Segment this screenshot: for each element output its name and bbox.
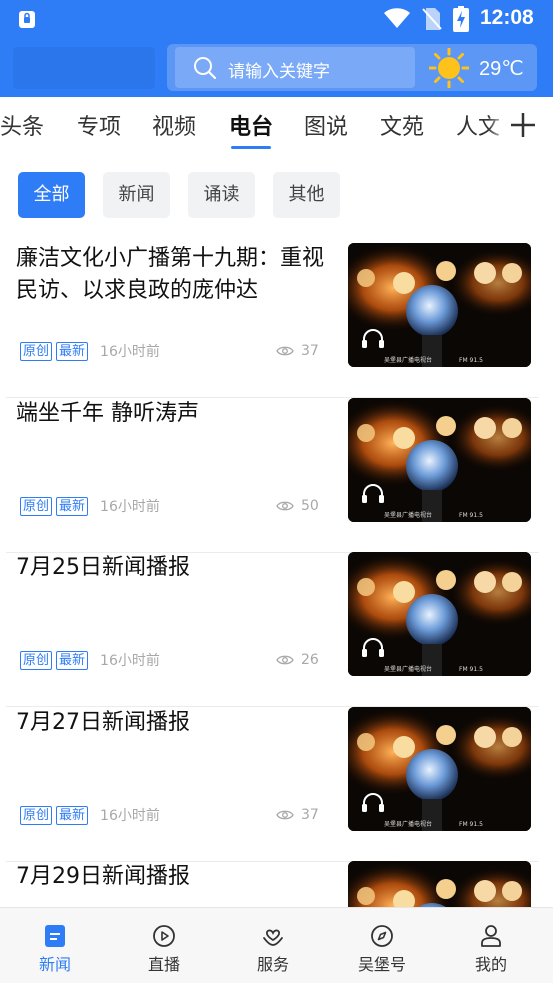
tab-fade: [488, 97, 508, 155]
news-list-item[interactable]: 7月25日新闻播报原创 最新 16小时前 26 吴堡县广播电视台 FM 91.5: [6, 552, 539, 707]
news-views: 26: [276, 652, 319, 668]
tab-radio[interactable]: 电台: [229, 109, 273, 141]
nav-mine[interactable]: 我的: [436, 908, 546, 983]
news-tag: 最新: [56, 496, 89, 516]
status-bar: 12:08: [0, 0, 553, 38]
category-tab-bar: 头条 专项 视频 电台 图说 文苑 人文: [0, 97, 553, 155]
eye-icon: [276, 655, 294, 665]
news-tag: 原创: [20, 650, 53, 670]
service-icon: [263, 929, 283, 946]
news-icon: [45, 925, 65, 947]
tab-special[interactable]: 专项: [77, 109, 121, 141]
tab-video[interactable]: 视频: [152, 109, 196, 141]
status-time: 12:08: [480, 6, 534, 29]
news-views: 37: [276, 807, 319, 823]
no-sim-icon: [422, 8, 442, 30]
app-logo[interactable]: [13, 47, 155, 89]
filter-recitation[interactable]: 诵读: [188, 172, 255, 218]
news-tag: 原创: [20, 496, 53, 516]
search-bar[interactable]: 请输入关键字 29℃: [167, 44, 537, 91]
app-root: 12:08 请输入关键字 29℃ 头条 专项 视频 电台 图说 文苑 人文 全部…: [0, 0, 553, 983]
thumbnail-station-text: 吴堡县广播电视台: [384, 356, 432, 364]
thumbnail-station-text: 吴堡县广播电视台: [384, 820, 432, 828]
microphone-thumbnail: 吴堡县广播电视台 FM 91.5: [348, 707, 531, 831]
nav-live-label: 直播: [147, 955, 180, 974]
news-time: 16小时前: [100, 808, 160, 824]
nav-wubao-label: 吴堡号: [357, 955, 406, 974]
thumbnail-station-text: 吴堡县广播电视台: [384, 511, 432, 519]
thumbnail-station-text: 吴堡县广播电视台: [384, 665, 432, 673]
microphone-thumbnail: 吴堡县广播电视台 FM 91.5: [348, 398, 531, 522]
news-view-count: 26: [301, 652, 319, 668]
thumbnail-fm-text: FM 91.5: [459, 357, 483, 364]
news-view-count: 37: [301, 807, 319, 823]
eye-icon: [276, 810, 294, 820]
news-meta: 原创 最新 16小时前: [20, 341, 160, 361]
news-time: 16小时前: [100, 653, 160, 669]
tab-literature[interactable]: 文苑: [380, 109, 424, 141]
news-title[interactable]: 7月25日新闻播报: [16, 552, 336, 584]
microphone-thumbnail: 吴堡县广播电视台 FM 91.5: [348, 243, 531, 367]
news-view-count: 50: [301, 498, 319, 514]
tab-picture[interactable]: 图说: [304, 109, 348, 141]
eye-icon: [276, 346, 294, 356]
temperature: 29℃: [479, 58, 524, 80]
tab-headlines[interactable]: 头条: [0, 109, 44, 141]
nav-mine-label: 我的: [474, 955, 507, 974]
news-list-item[interactable]: 7月27日新闻播报原创 最新 16小时前 37 吴堡县广播电视台 FM 91.5: [6, 707, 539, 862]
sun-icon: [429, 48, 469, 88]
microphone-thumbnail: 吴堡县广播电视台 FM 91.5: [348, 552, 531, 676]
news-views: 37: [276, 343, 319, 359]
filter-news[interactable]: 新闻: [103, 172, 170, 218]
news-title[interactable]: 7月27日新闻播报: [16, 707, 336, 739]
search-input[interactable]: 请输入关键字: [175, 47, 415, 88]
lock-notification-icon: [19, 11, 35, 28]
thumbnail-fm-text: FM 91.5: [459, 821, 483, 828]
news-tag: 最新: [56, 805, 89, 825]
thumbnail-fm-text: FM 91.5: [459, 512, 483, 519]
news-tag: 原创: [20, 341, 53, 361]
news-meta: 原创 最新 16小时前: [20, 805, 160, 825]
nav-service-label: 服务: [256, 955, 289, 974]
news-list-item[interactable]: 廉洁文化小广播第十九期：重视民访、以求良政的庞仲达原创 最新 16小时前 37 吴堡县广…: [6, 243, 539, 398]
compass-icon: [371, 925, 393, 947]
news-views: 50: [276, 498, 319, 514]
news-meta: 原创 最新 16小时前: [20, 496, 160, 516]
search-placeholder: 请输入关键字: [228, 62, 330, 82]
news-thumbnail[interactable]: 吴堡县广播电视台 FM 91.5: [348, 707, 531, 831]
news-thumbnail[interactable]: 吴堡县广播电视台 FM 91.5: [348, 398, 531, 522]
header: 12:08 请输入关键字 29℃: [0, 0, 553, 97]
news-meta: 原创 最新 16小时前: [20, 650, 160, 670]
user-icon: [481, 925, 501, 947]
news-time: 16小时前: [100, 499, 160, 515]
filter-other[interactable]: 其他: [273, 172, 340, 218]
news-view-count: 37: [301, 343, 319, 359]
bottom-nav: 新闻 直播 服务 吴堡号 我的: [0, 907, 553, 983]
search-icon: [194, 57, 217, 80]
nav-news-label: 新闻: [38, 955, 71, 974]
news-title[interactable]: 廉洁文化小广播第十九期：重视民访、以求良政的庞仲达: [16, 243, 336, 307]
nav-news[interactable]: 新闻: [0, 908, 110, 983]
active-tab-indicator: [231, 146, 271, 149]
news-tag: 最新: [56, 650, 89, 670]
nav-wubao[interactable]: 吴堡号: [327, 908, 437, 983]
news-thumbnail[interactable]: 吴堡县广播电视台 FM 91.5: [348, 243, 531, 367]
add-channel-icon[interactable]: [508, 110, 538, 140]
news-tag: 最新: [56, 341, 89, 361]
news-title[interactable]: 端坐千年 静听涛声: [16, 398, 336, 430]
news-title[interactable]: 7月29日新闻播报: [16, 861, 336, 893]
news-tag: 原创: [20, 805, 53, 825]
battery-charging-icon: [453, 6, 469, 32]
nav-live[interactable]: 直播: [109, 908, 219, 983]
thumbnail-fm-text: FM 91.5: [459, 666, 483, 673]
play-icon: [153, 925, 175, 947]
news-time: 16小时前: [100, 344, 160, 360]
news-list-item[interactable]: 端坐千年 静听涛声原创 最新 16小时前 50 吴堡县广播电视台 FM 91.5: [6, 398, 539, 553]
filter-all[interactable]: 全部: [18, 172, 85, 218]
wifi-icon: [384, 8, 410, 28]
news-thumbnail[interactable]: 吴堡县广播电视台 FM 91.5: [348, 552, 531, 676]
eye-icon: [276, 501, 294, 511]
nav-service[interactable]: 服务: [218, 908, 328, 983]
